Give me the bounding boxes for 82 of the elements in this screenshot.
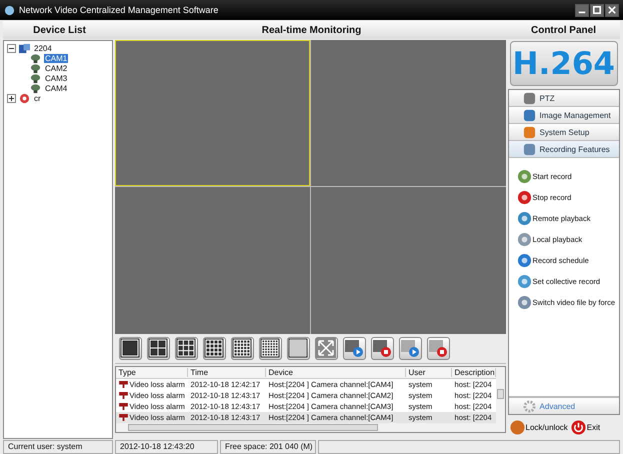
column-header[interactable]: Device	[266, 368, 406, 377]
app-icon	[4, 4, 15, 16]
grid-icon	[120, 338, 140, 358]
maximize-icon	[593, 6, 601, 14]
play-icon	[400, 338, 420, 358]
lock-button[interactable]: Lock/unlock	[510, 420, 568, 434]
section-icon	[522, 126, 536, 138]
panel-heading: Real-time Monitoring	[260, 24, 362, 36]
feature-icon	[516, 252, 532, 268]
stop-icon	[428, 338, 448, 358]
feature-icon	[516, 232, 532, 246]
panel-heading: Control Panel	[530, 24, 597, 36]
feature-icon	[516, 210, 532, 226]
grid-icon	[148, 338, 168, 358]
camera-label[interactable]: CAM3	[44, 74, 68, 82]
section-tab[interactable]: Image Management	[508, 107, 619, 124]
section-tab[interactable]: System Setup	[508, 124, 619, 141]
grid-icon	[232, 338, 252, 358]
status-field: Current user: system	[3, 440, 113, 454]
camera-icon	[29, 52, 42, 64]
section-icon	[522, 108, 536, 122]
grid-icon	[260, 338, 280, 358]
device-label[interactable]: 2204	[33, 44, 53, 52]
stop-icon	[372, 338, 392, 358]
power-icon	[570, 420, 586, 434]
layout-grid-button[interactable]	[174, 336, 198, 360]
grid-icon	[204, 338, 224, 358]
minimize-button[interactable]	[575, 4, 589, 16]
layout-grid-button[interactable]	[146, 336, 170, 360]
window-title: Network Video Centralized Management Software	[19, 5, 218, 15]
horizontal-scrollbar[interactable]	[116, 423, 496, 432]
camera-label[interactable]: CAM4	[44, 84, 68, 92]
expand-toggle[interactable]	[7, 94, 16, 102]
section-tab[interactable]: PTZ	[508, 90, 619, 107]
alarm-icon	[118, 381, 128, 388]
close-button[interactable]	[605, 4, 619, 16]
status-field: 2012-10-18 12:43:20	[115, 440, 218, 454]
feature-icon	[516, 190, 532, 204]
vertical-scrollbar[interactable]	[496, 367, 505, 432]
camera-label[interactable]: CAM1	[44, 54, 68, 62]
column-header[interactable]: Type	[116, 368, 188, 377]
feature-icon	[516, 274, 532, 288]
section-icon	[522, 142, 536, 156]
play-button[interactable]	[398, 336, 422, 360]
layout-grid-button[interactable]	[286, 336, 310, 360]
collapse-toggle[interactable]	[7, 44, 16, 52]
camera-group-icon	[18, 92, 31, 104]
feature-icon	[516, 294, 532, 310]
camera-icon	[29, 62, 42, 74]
expand-arrows-icon	[316, 338, 336, 358]
feature-icon	[516, 168, 532, 184]
alarm-icon	[118, 392, 128, 399]
section-icon	[522, 92, 536, 104]
column-header[interactable]: User	[406, 368, 452, 377]
stop-button[interactable]	[370, 336, 394, 360]
column-header[interactable]: Time	[188, 368, 266, 377]
fullscreen-button[interactable]	[314, 336, 338, 360]
alarm-icon	[118, 414, 128, 421]
maximize-button[interactable]	[590, 4, 604, 16]
device-label[interactable]: cr	[33, 94, 42, 102]
camera-label[interactable]: CAM2	[44, 64, 68, 72]
layout-grid-button[interactable]	[118, 336, 142, 360]
play-icon	[344, 338, 364, 358]
layout-grid-button[interactable]	[230, 336, 254, 360]
alarm-icon	[118, 403, 128, 410]
codec-logo: H.264	[510, 41, 618, 86]
grid-icon	[176, 338, 196, 358]
play-button[interactable]	[342, 336, 366, 360]
grid-icon	[288, 338, 308, 358]
gear-icon	[522, 400, 536, 412]
panel-heading: Device List	[32, 24, 87, 36]
camera-icon	[29, 72, 42, 84]
section-tab[interactable]: Advanced	[508, 397, 619, 414]
section-tab[interactable]: Recording Features	[508, 141, 619, 158]
camera-icon	[29, 82, 42, 94]
close-icon	[608, 6, 616, 14]
layout-grid-button[interactable]	[258, 336, 282, 360]
stop-button[interactable]	[426, 336, 450, 360]
status-field: Free space: 201 040 (M)	[220, 440, 316, 454]
layout-grid-button[interactable]	[202, 336, 226, 360]
server-icon	[18, 42, 31, 54]
exit-button[interactable]: Exit	[570, 420, 600, 434]
